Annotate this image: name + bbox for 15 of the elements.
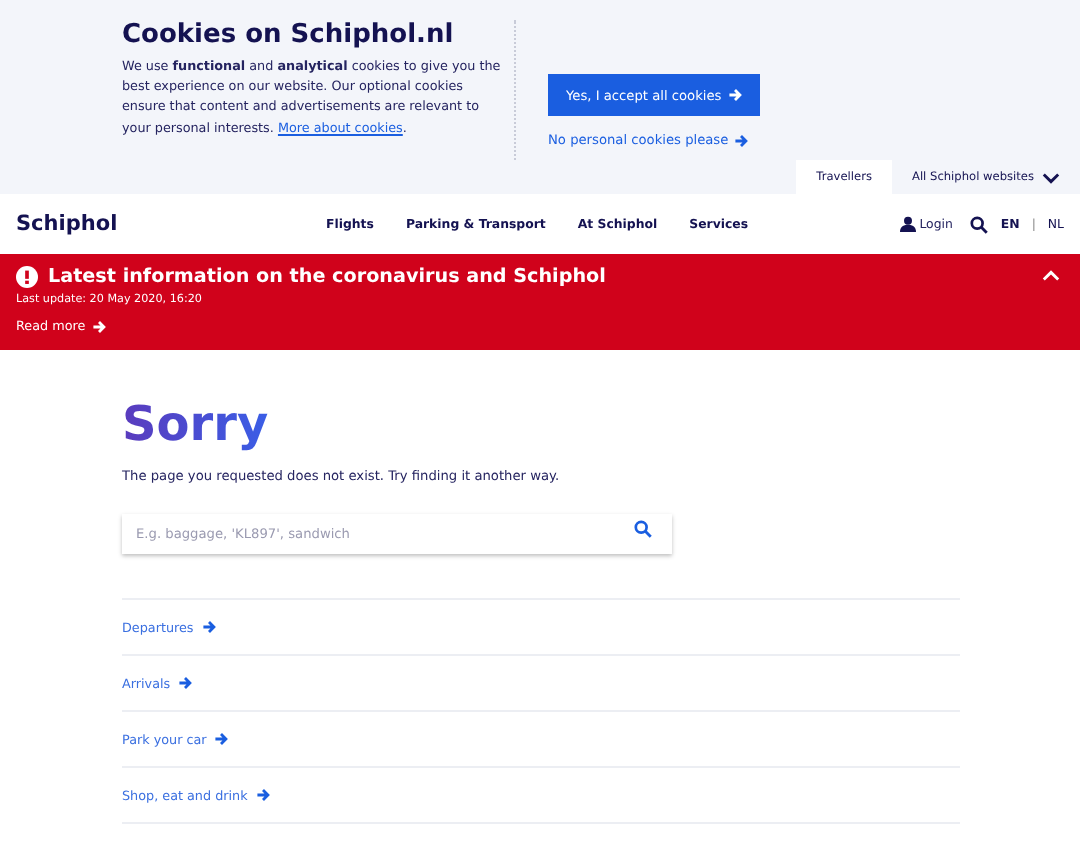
chevron-down-icon: [1042, 171, 1060, 183]
arrow-icon: [91, 319, 106, 333]
arrow-icon: [727, 88, 742, 102]
arrow-icon: [255, 788, 270, 802]
person-icon: [899, 216, 916, 232]
alert-title: Latest information on the coronavirus and Schiphol: [48, 266, 606, 288]
arrow-icon: [734, 133, 749, 147]
search-icon[interactable]: [970, 215, 989, 233]
arrow-icon: [178, 676, 193, 690]
logo[interactable]: Schiphol: [16, 212, 118, 236]
arrow-icon: [201, 620, 216, 634]
arrow-icon: [214, 732, 229, 746]
exclamation-icon: [16, 266, 38, 288]
chevron-up-icon[interactable]: [1042, 270, 1060, 282]
cookie-title: Cookies on Schiphol.nl: [122, 20, 456, 50]
